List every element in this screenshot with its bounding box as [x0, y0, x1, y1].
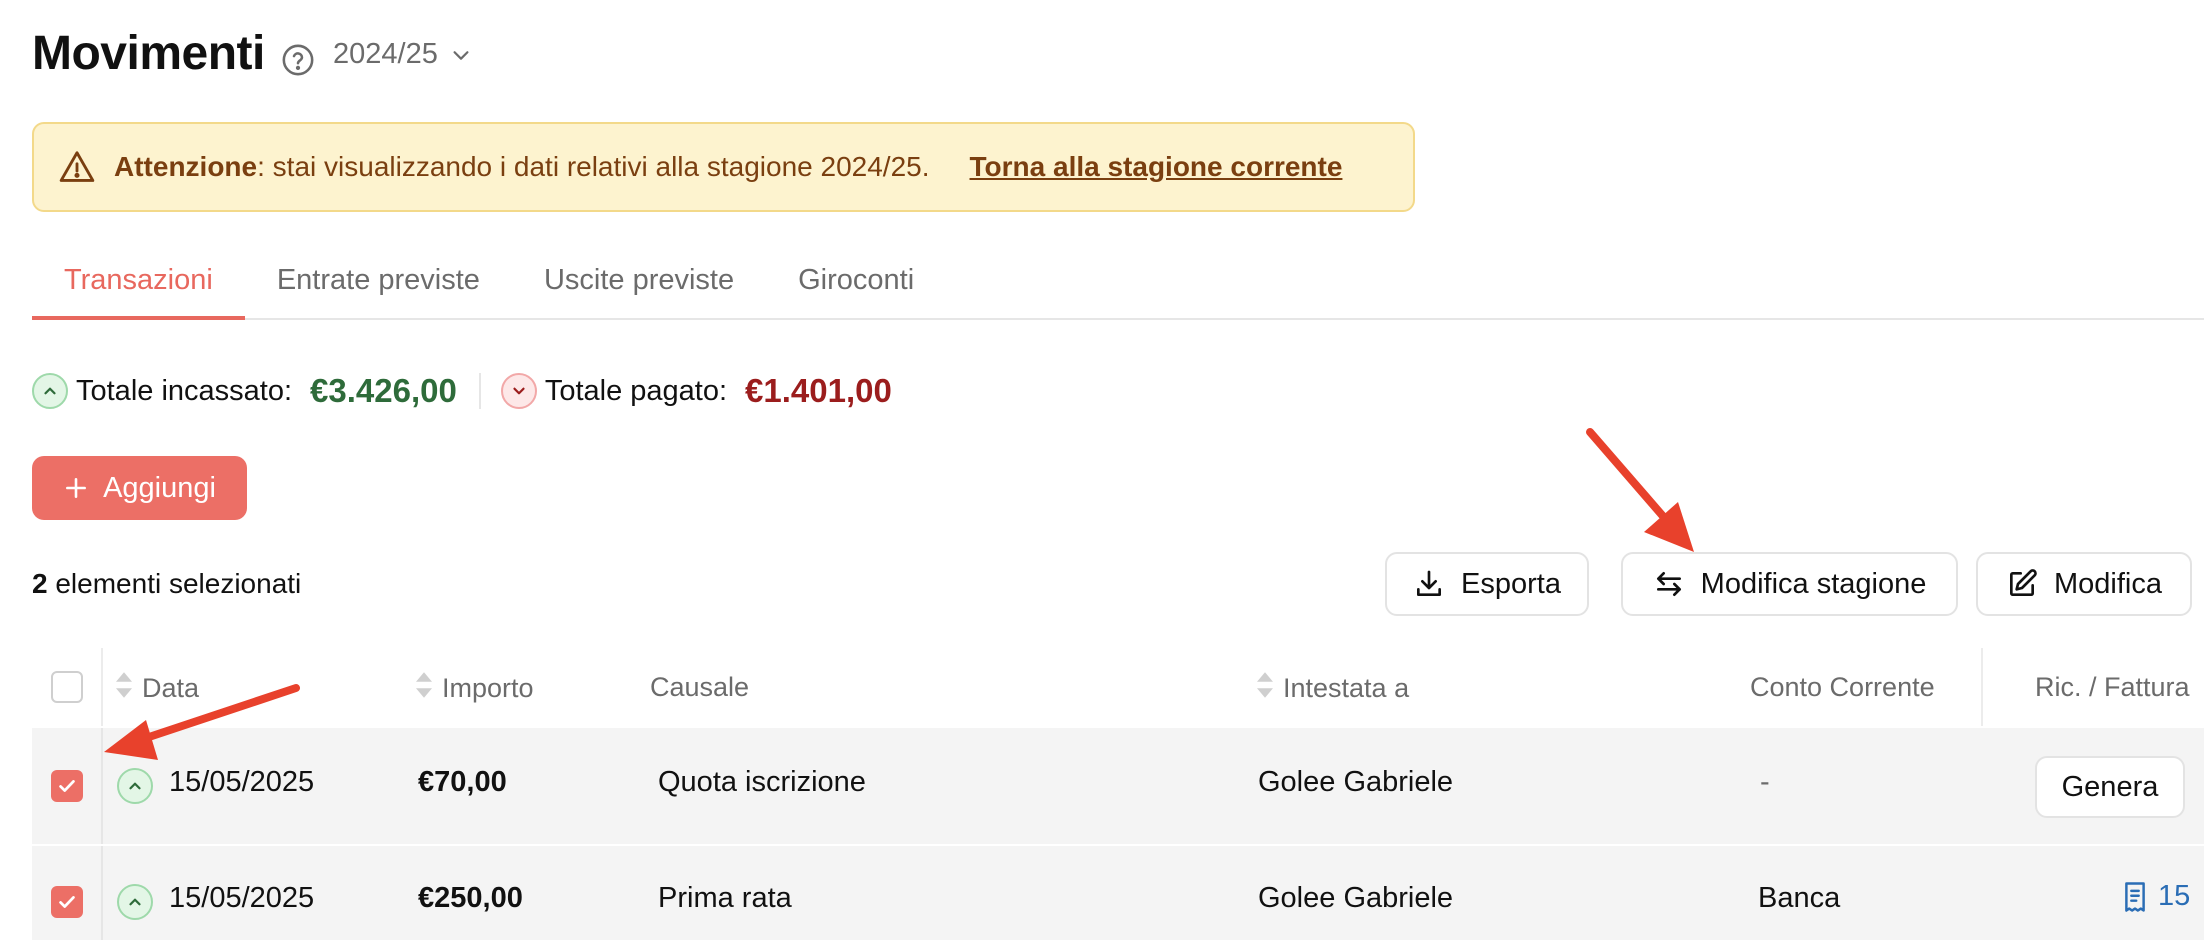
- arrow-to-change-season-icon: [1586, 428, 1694, 552]
- arrow-to-row-checkbox-icon: [104, 684, 300, 760]
- annotation-arrows: [104, 428, 1694, 760]
